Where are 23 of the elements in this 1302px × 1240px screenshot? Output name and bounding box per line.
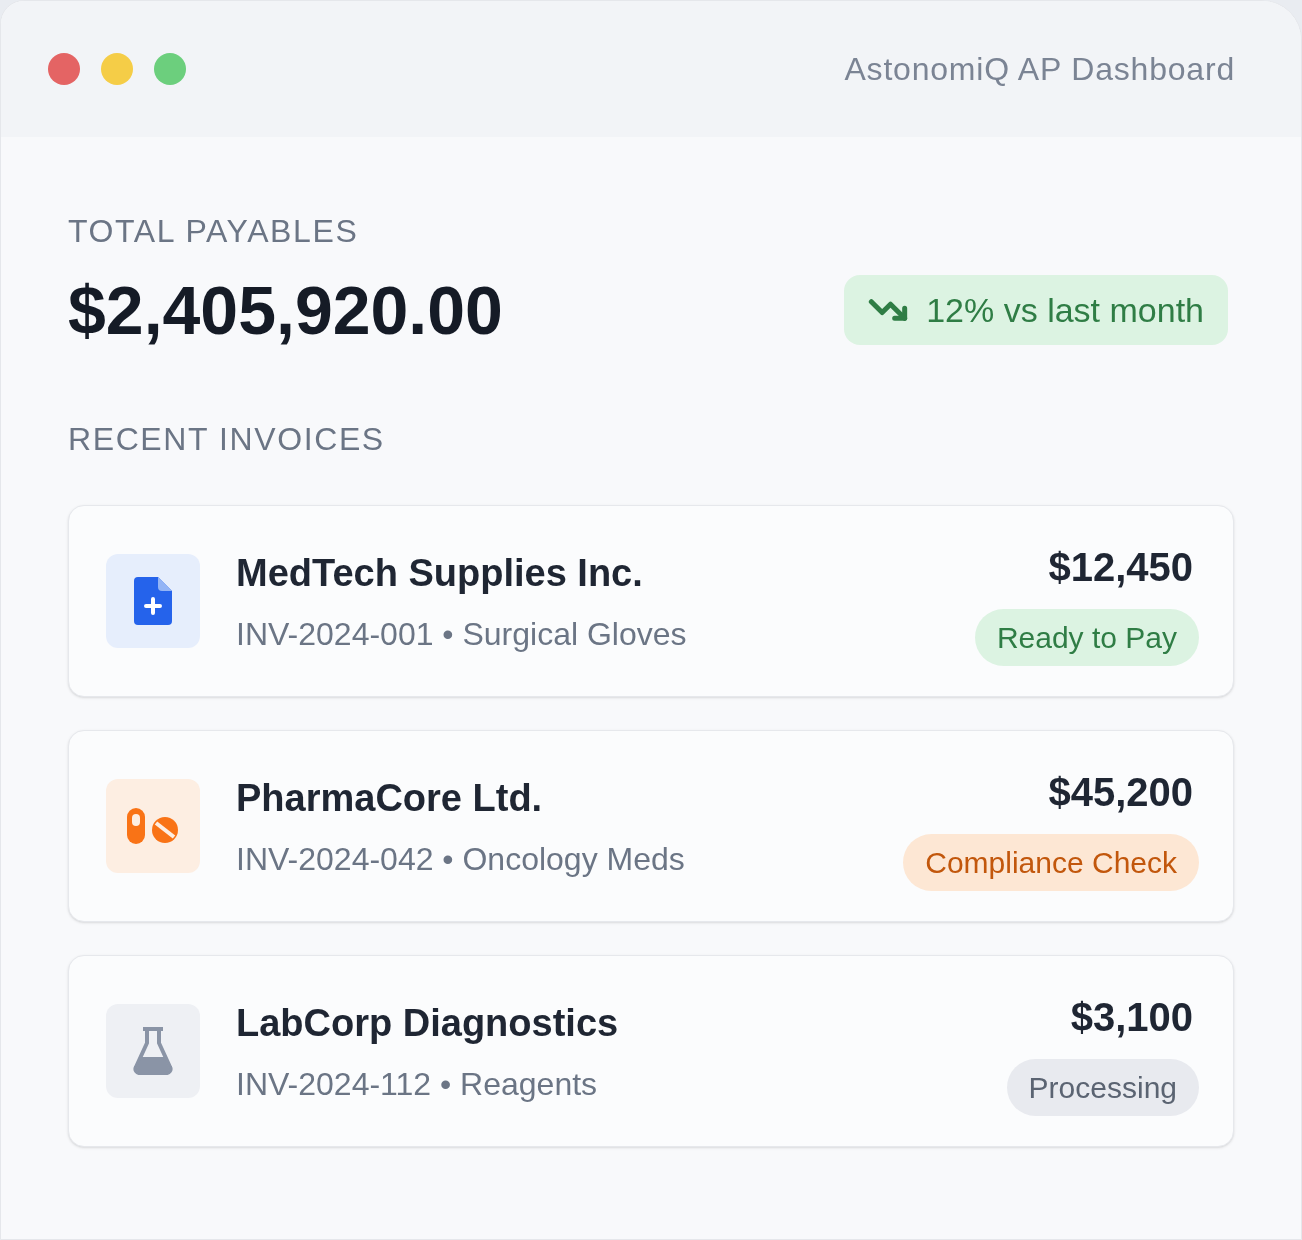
pills-icon <box>106 779 200 873</box>
status-badge: Processing <box>1006 1058 1199 1116</box>
section-label: RECENT INVOICES <box>68 420 386 459</box>
total-amount: $2,405,920.00 <box>68 276 503 344</box>
status-badge: Compliance Check <box>903 833 1199 891</box>
invoice-card[interactable]: LabCorp Diagnostics INV-2024-112 • Reagents $3,100 Processing <box>68 955 1234 1147</box>
window-title: AstonomiQ AP Dashboard <box>844 50 1235 89</box>
vendor-name: LabCorp Diagnostics <box>236 1000 619 1046</box>
flask-icon <box>106 1004 200 1098</box>
invoice-card[interactable]: PharmaCore Ltd. INV-2024-042 • Oncology Meds $45,200 Compliance Check <box>68 730 1234 922</box>
vendor-name: PharmaCore Ltd. <box>236 775 544 821</box>
invoice-details: INV-2024-001 • Surgical Gloves <box>236 614 687 654</box>
vendor-name: MedTech Supplies Inc. <box>236 550 644 596</box>
invoice-details: INV-2024-112 • Reagents <box>236 1064 599 1104</box>
section-label: TOTAL PAYABLES <box>68 212 360 251</box>
invoice-amount: $3,100 <box>1070 993 1193 1041</box>
invoice-amount: $12,450 <box>1048 543 1193 591</box>
document-plus-icon <box>106 554 200 648</box>
trend-text: 12% vs last month <box>926 289 1204 331</box>
invoice-card[interactable]: MedTech Supplies Inc. INV-2024-001 • Surgical Gloves $12,450 Ready to Pay <box>68 505 1234 697</box>
status-badge: Ready to Pay <box>974 608 1199 666</box>
invoice-amount: $45,200 <box>1048 768 1193 816</box>
invoice-details: INV-2024-042 • Oncology Meds <box>236 839 685 879</box>
